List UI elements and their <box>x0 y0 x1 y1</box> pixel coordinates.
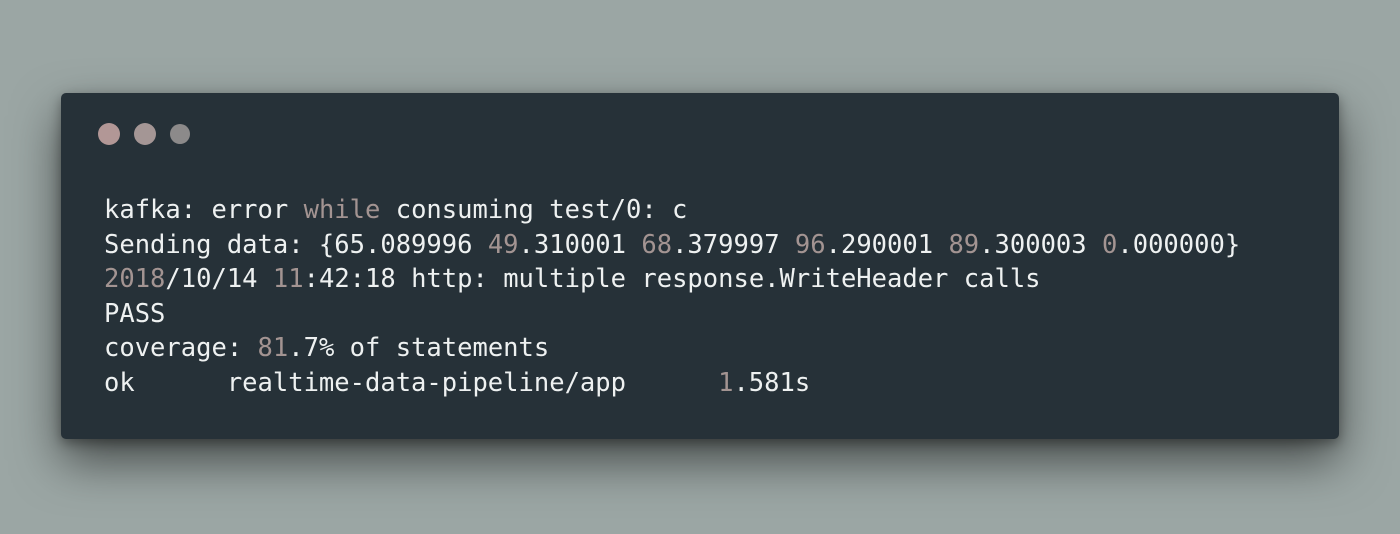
highlighted-token: 0 <box>1102 229 1118 260</box>
terminal-line: kafka: error while consuming test/0: c <box>104 193 1319 228</box>
terminal-line: 2018/10/14 11:42:18 http: multiple respo… <box>104 262 1319 297</box>
output-text: :42:18 http: multiple response.WriteHead… <box>303 264 1041 294</box>
output-text: Sending data: {65.089996 <box>104 229 488 260</box>
terminal-line: PASS <box>104 297 1319 332</box>
output-text: .290001 <box>825 229 949 260</box>
close-button[interactable] <box>98 123 120 145</box>
highlighted-token: 96 <box>794 229 826 260</box>
terminal-window: kafka: error while consuming test/0: c Se… <box>61 93 1339 439</box>
output-text: consuming test/0: c <box>380 195 688 225</box>
highlighted-token: 68 <box>641 229 673 260</box>
highlighted-token: 1 <box>718 367 734 398</box>
output-text: ok realtime-data-pipeline/app <box>104 367 719 398</box>
terminal-line: ok realtime-data-pipeline/app 1.581s <box>104 366 1319 401</box>
output-text: coverage: <box>104 333 258 363</box>
output-text: .581s <box>733 367 811 398</box>
highlighted-token: 49 <box>487 229 519 260</box>
highlighted-token: while <box>303 195 381 225</box>
terminal-line: coverage: 81.7% of statements <box>104 331 1319 366</box>
output-text: /10/14 <box>165 264 273 294</box>
output-text: PASS <box>104 298 166 329</box>
highlighted-token: 11 <box>272 264 304 294</box>
window-controls <box>98 123 190 145</box>
output-text: .000000} <box>1117 229 1241 260</box>
terminal-line: Sending data: {65.089996 49.310001 68.37… <box>104 228 1319 263</box>
output-text: .300003 <box>979 229 1102 260</box>
output-text: .379997 <box>672 229 795 260</box>
minimize-button[interactable] <box>134 123 156 145</box>
output-text: .7% of statements <box>288 333 550 363</box>
highlighted-token: 81 <box>257 333 289 363</box>
highlighted-token: 89 <box>948 229 980 260</box>
zoom-button[interactable] <box>170 124 190 144</box>
highlighted-token: 2018 <box>104 264 166 294</box>
output-text: kafka: error <box>104 195 304 225</box>
terminal-output[interactable]: kafka: error while consuming test/0: c Se… <box>104 193 1319 400</box>
output-text: .310001 <box>518 229 642 260</box>
